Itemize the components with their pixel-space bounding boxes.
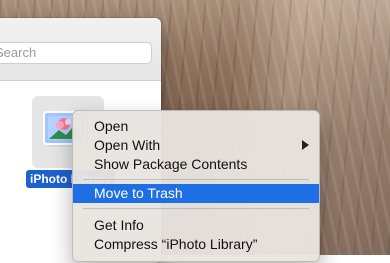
search-field[interactable]: Search: [0, 42, 152, 64]
menu-item-compress[interactable]: Compress “iPhoto Library”: [73, 235, 319, 254]
menu-item-open[interactable]: Open: [73, 117, 319, 136]
menu-item-move-to-trash[interactable]: Move to Trash: [73, 184, 319, 203]
finder-toolbar: Search: [0, 18, 161, 81]
chevron-right-icon: [302, 140, 309, 150]
menu-separator: [83, 208, 309, 209]
menu-item-open-with-label: Open With: [94, 137, 161, 153]
menu-separator: [83, 179, 309, 180]
menu-item-open-with[interactable]: Open With: [73, 136, 319, 155]
menu-item-get-info[interactable]: Get Info: [73, 216, 319, 235]
context-menu: Open Open With Show Package Contents Mov…: [72, 110, 320, 262]
menu-item-show-package-contents[interactable]: Show Package Contents: [73, 155, 319, 174]
